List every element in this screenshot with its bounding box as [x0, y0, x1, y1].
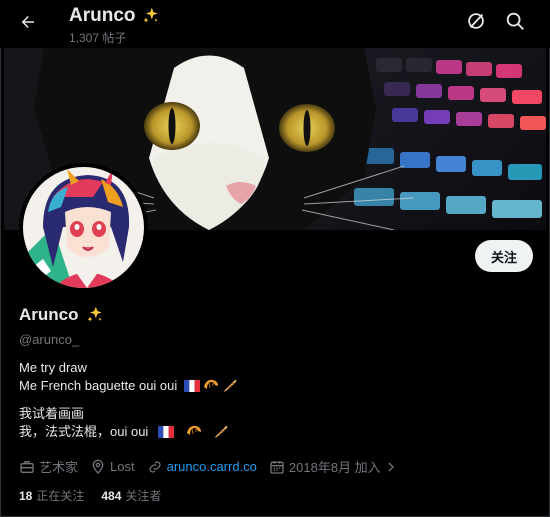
profile-meta: 艺术家 Lost arunco.carrd.co 2018年8月 加入: [19, 457, 409, 476]
bio-line: Me try draw: [19, 360, 87, 375]
following-label: 正在关注: [36, 489, 85, 503]
meta-joined[interactable]: 2018年8月 加入: [269, 457, 397, 476]
calendar-icon: [270, 460, 284, 474]
meta-category: 艺术家: [19, 457, 78, 476]
link-icon: [149, 460, 161, 473]
chevron-right-icon: [388, 462, 394, 471]
profile-display-name: Arunco: [19, 305, 79, 324]
meta-joined-text: 2018年8月 加入: [288, 460, 381, 475]
following-count: 18: [19, 489, 33, 503]
bio-line: Me French baguette oui oui: [19, 378, 178, 393]
location-pin-icon: [92, 459, 104, 474]
profile-avatar[interactable]: [19, 163, 148, 292]
sparkles-icon: [141, 6, 161, 26]
follow-stats: 18 正在关注 484 关注者: [19, 487, 178, 504]
profile-bio: Me try draw Me French baguette oui oui 我…: [19, 359, 238, 443]
flag-france-icon: [183, 379, 200, 397]
meta-website[interactable]: arunco.carrd.co: [147, 459, 257, 475]
croissant-icon: [186, 424, 202, 443]
meta-location-text: Lost: [110, 459, 135, 474]
grok-icon: [468, 13, 484, 29]
search-icon: [506, 12, 524, 30]
followers-label: 关注者: [125, 489, 162, 503]
search-button[interactable]: [504, 10, 528, 34]
meta-category-text: 艺术家: [39, 460, 79, 475]
flag-france-icon: [157, 425, 174, 443]
baguette-icon: [213, 424, 229, 443]
top-bar: Arunco 1,307 帖子: [0, 0, 550, 48]
arrow-left-icon: [21, 16, 34, 28]
website-link[interactable]: arunco.carrd.co: [167, 459, 257, 474]
baguette-icon: [222, 378, 238, 397]
avatar-image: [23, 167, 144, 288]
header-title-block: Arunco 1,307 帖子: [69, 4, 161, 46]
profile-handle: @arunco_: [19, 332, 80, 347]
croissant-icon: [203, 378, 219, 397]
post-count: 1,307 帖子: [69, 31, 127, 45]
header-title: Arunco: [69, 5, 136, 26]
grok-button[interactable]: [465, 10, 489, 34]
bio-line: 我，法式法棍，oui oui: [19, 424, 149, 439]
meta-location: Lost: [90, 459, 135, 475]
sparkles-icon: [85, 305, 105, 325]
profile-name-row: Arunco: [19, 305, 105, 325]
briefcase-icon: [20, 460, 34, 473]
back-button[interactable]: [14, 8, 42, 36]
followers-link[interactable]: 484 关注者: [101, 487, 161, 504]
follow-button[interactable]: 关注: [475, 240, 533, 272]
followers-count: 484: [101, 489, 122, 503]
bio-line: 我试着画画: [19, 406, 85, 421]
following-link[interactable]: 18 正在关注: [19, 487, 84, 504]
